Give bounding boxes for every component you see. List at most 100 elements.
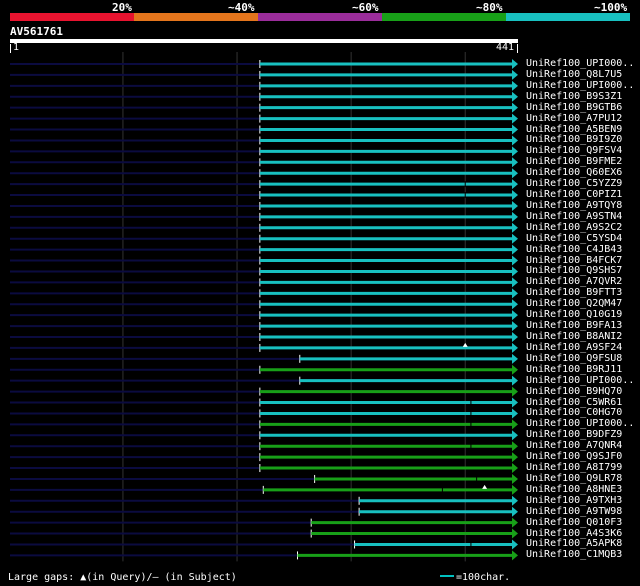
hit-arrow: [512, 59, 518, 69]
hit-label[interactable]: UniRef100_A5BEN9: [526, 124, 638, 135]
hit-label[interactable]: UniRef100_C1MQB3: [526, 549, 638, 560]
hit-label[interactable]: UniRef100_B4FCK7: [526, 255, 638, 266]
hit-label[interactable]: UniRef100_B9FTT3: [526, 287, 638, 298]
hit-row[interactable]: [10, 200, 518, 211]
hit-arrow: [512, 506, 518, 517]
hit-label[interactable]: UniRef100_A9TQY8: [526, 200, 638, 211]
hit-arrow: [512, 332, 518, 342]
hit-row[interactable]: [10, 69, 518, 80]
hit-row[interactable]: [10, 146, 518, 157]
hit-row[interactable]: [10, 397, 518, 408]
hit-row[interactable]: [10, 473, 518, 484]
hit-row[interactable]: [10, 419, 518, 430]
hit-row[interactable]: [10, 353, 518, 364]
hit-row[interactable]: [10, 179, 518, 190]
hit-row[interactable]: [10, 310, 518, 321]
hit-arrow: [512, 266, 518, 277]
hit-row[interactable]: [10, 255, 518, 266]
hit-arrow: [512, 102, 518, 113]
hit-row[interactable]: [10, 190, 518, 201]
hit-label[interactable]: UniRef100_C5YZZ9: [526, 178, 638, 189]
hit-row[interactable]: [10, 441, 518, 452]
hit-row[interactable]: [10, 321, 518, 332]
hit-label[interactable]: UniRef100_Q60EX6: [526, 167, 638, 178]
hit-row[interactable]: [10, 463, 518, 474]
hit-label[interactable]: UniRef100_A7QNR4: [526, 440, 638, 451]
hit-row[interactable]: [10, 211, 518, 222]
hit-label[interactable]: UniRef100_A8I799: [526, 462, 638, 473]
hit-label[interactable]: UniRef100_B9DFZ9: [526, 429, 638, 440]
hit-arrow: [512, 419, 518, 430]
hit-label[interactable]: UniRef100_B9S3Z1: [526, 91, 638, 102]
hit-label[interactable]: UniRef100_Q9SHS7: [526, 265, 638, 276]
hit-row[interactable]: [10, 528, 518, 539]
hit-label[interactable]: UniRef100_A7PU12: [526, 113, 638, 124]
hit-row[interactable]: [10, 102, 518, 113]
hit-arrow: [512, 80, 518, 91]
hit-label[interactable]: UniRef100_Q2QM47: [526, 298, 638, 309]
hit-label[interactable]: UniRef100_A5APK8: [526, 538, 638, 549]
hit-label[interactable]: UniRef100_Q010F3: [526, 517, 638, 528]
hit-row[interactable]: [10, 80, 518, 91]
hit-label[interactable]: UniRef100_A7QVR2: [526, 276, 638, 287]
hit-row[interactable]: [10, 168, 518, 179]
hit-row[interactable]: [10, 124, 518, 135]
hit-label[interactable]: UniRef100_Q10G19: [526, 309, 638, 320]
hit-label[interactable]: UniRef100_A9S2C2: [526, 222, 638, 233]
hit-row[interactable]: [10, 332, 518, 342]
hit-label[interactable]: UniRef100_Q8L7U5: [526, 69, 638, 80]
hit-label[interactable]: UniRef100_A9TXH3: [526, 495, 638, 506]
hit-label[interactable]: UniRef100_B9HQ70: [526, 386, 638, 397]
hit-row[interactable]: [10, 495, 518, 506]
hit-row[interactable]: [10, 430, 518, 441]
hit-arrow: [512, 255, 518, 266]
hit-label[interactable]: UniRef100_C0HG70: [526, 407, 638, 418]
hit-label[interactable]: UniRef100_A8HNE3: [526, 484, 638, 495]
hit-row[interactable]: [10, 342, 518, 353]
hit-row[interactable]: [10, 157, 518, 168]
hit-row[interactable]: [10, 539, 518, 550]
hit-row[interactable]: [10, 364, 518, 375]
hit-label[interactable]: UniRef100_B9RJ11: [526, 364, 638, 375]
hit-row[interactable]: [10, 222, 518, 233]
hit-row[interactable]: [10, 484, 518, 495]
hit-row[interactable]: [10, 288, 518, 299]
hit-row[interactable]: [10, 550, 518, 561]
hit-label[interactable]: UniRef100_C5YSD4: [526, 233, 638, 244]
hit-row[interactable]: [10, 135, 518, 146]
hit-row[interactable]: [10, 299, 518, 310]
hit-label[interactable]: UniRef100_Q9SJF0: [526, 451, 638, 462]
hit-row[interactable]: [10, 244, 518, 255]
hit-label[interactable]: UniRef100_A4S3K6: [526, 528, 638, 539]
hit-label[interactable]: UniRef100_B9GTB6: [526, 102, 638, 113]
hit-label[interactable]: UniRef100_UPI000..: [526, 80, 638, 91]
hit-row[interactable]: [10, 452, 518, 463]
hit-row[interactable]: [10, 375, 518, 386]
hit-row[interactable]: [10, 91, 518, 102]
hit-label[interactable]: UniRef100_B8ANI2: [526, 331, 638, 342]
hit-row[interactable]: [10, 517, 518, 528]
hit-row[interactable]: [10, 59, 518, 69]
hit-row[interactable]: [10, 277, 518, 288]
hit-label[interactable]: UniRef100_UPI000..: [526, 418, 638, 429]
hit-row[interactable]: [10, 506, 518, 517]
hit-label[interactable]: UniRef100_C4JB43: [526, 244, 638, 255]
hit-label[interactable]: UniRef100_C0PIZ1: [526, 189, 638, 200]
hit-row[interactable]: [10, 233, 518, 244]
hit-label[interactable]: UniRef100_B9FME2: [526, 156, 638, 167]
hit-label[interactable]: UniRef100_A9SF24: [526, 342, 638, 353]
hit-label[interactable]: UniRef100_B9FA13: [526, 320, 638, 331]
hit-row[interactable]: [10, 386, 518, 397]
hit-label[interactable]: UniRef100_UPI000..: [526, 375, 638, 386]
hit-label[interactable]: UniRef100_A9STN4: [526, 211, 638, 222]
hit-row[interactable]: [10, 113, 518, 124]
hit-label[interactable]: UniRef100_Q9FSV4: [526, 145, 638, 156]
hit-row[interactable]: [10, 408, 518, 419]
hit-label[interactable]: UniRef100_Q9FSU8: [526, 353, 638, 364]
hit-label[interactable]: UniRef100_B9I9Z0: [526, 134, 638, 145]
hit-label[interactable]: UniRef100_Q9LR78: [526, 473, 638, 484]
hit-label[interactable]: UniRef100_UPI000..: [526, 58, 638, 69]
hit-row[interactable]: [10, 266, 518, 277]
hit-label[interactable]: UniRef100_A9TW98: [526, 506, 638, 517]
hit-label[interactable]: UniRef100_C5WR61: [526, 397, 638, 408]
